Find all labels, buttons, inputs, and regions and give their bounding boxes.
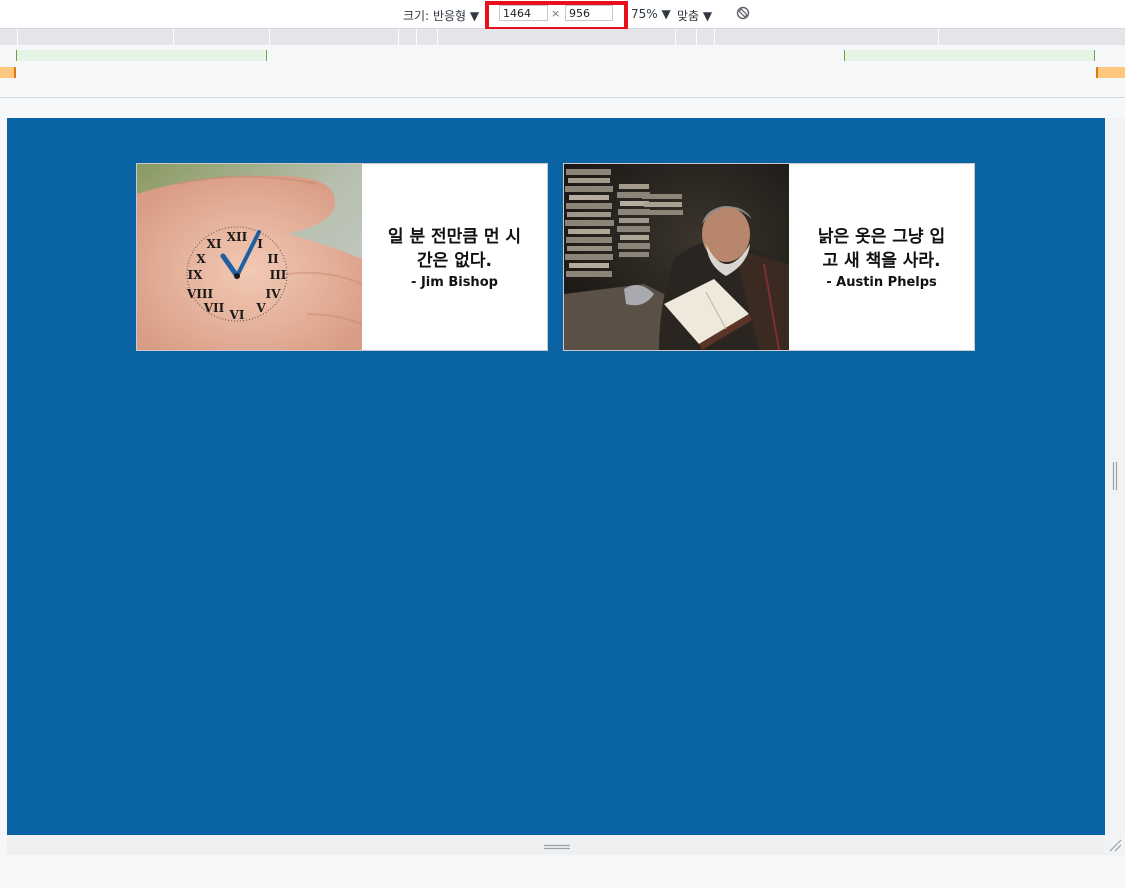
ruler-divider — [0, 97, 1125, 98]
zoom-dropdown[interactable]: 75% ▼ — [631, 7, 671, 21]
svg-text:II: II — [267, 252, 279, 266]
viewport-height-input[interactable] — [565, 5, 613, 21]
svg-text:XI: XI — [207, 237, 222, 251]
old-man-reading-image — [564, 164, 789, 350]
quote-author: - Austin Phelps — [826, 274, 937, 290]
quote-text-block: 일 분 전만큼 먼 시간은 없다. - Jim Bishop — [362, 164, 547, 350]
horizontal-resize-grip-icon[interactable] — [544, 844, 570, 850]
corner-resize-icon[interactable] — [1108, 838, 1122, 852]
quote-author: - Jim Bishop — [411, 274, 498, 290]
svg-text:X: X — [196, 252, 206, 266]
quote-text-block: 낡은 옷은 그냥 입고 새 책을 사라. - Austin Phelps — [789, 164, 974, 350]
svg-text:III: III — [270, 268, 287, 282]
media-query-bar-min[interactable] — [0, 65, 1125, 79]
quote-text: 낡은 옷은 그냥 입고 새 책을 사라. — [817, 226, 946, 271]
svg-text:VIII: VIII — [186, 287, 214, 301]
fit-dropdown[interactable]: 맞춤 ▼ — [677, 7, 712, 24]
responsive-size-dropdown[interactable]: 크기: 반응형 ▼ — [403, 7, 479, 24]
quote-card-1: XII I II III IV V VI VII VIII IX X XI 일 … — [136, 163, 548, 351]
quote-text: 일 분 전만큼 먼 시간은 없다. — [387, 226, 522, 271]
vertical-resize-grip-icon[interactable] — [1112, 462, 1118, 490]
svg-text:I: I — [257, 237, 263, 251]
svg-text:V: V — [255, 301, 266, 315]
rotate-icon[interactable] — [736, 6, 750, 20]
svg-text:XII: XII — [227, 230, 248, 244]
quote-card-2: 낡은 옷은 그냥 입고 새 책을 사라. - Austin Phelps — [563, 163, 975, 351]
emulated-viewport: XII I II III IV V VI VII VIII IX X XI 일 … — [7, 118, 1105, 835]
hand-clock-image: XII I II III IV V VI VII VIII IX X XI — [137, 164, 362, 350]
viewport-width-input[interactable] — [499, 5, 548, 21]
media-query-bar-max[interactable] — [0, 29, 1125, 45]
dimension-separator: × — [551, 7, 561, 20]
svg-text:VII: VII — [203, 301, 225, 315]
svg-text:IV: IV — [266, 287, 282, 301]
svg-text:VI: VI — [229, 308, 245, 322]
svg-text:IX: IX — [188, 268, 204, 282]
device-toolbar: 크기: 반응형 ▼ × 75% ▼ 맞춤 ▼ — [0, 0, 1125, 29]
media-query-bar-range[interactable] — [0, 46, 1125, 63]
